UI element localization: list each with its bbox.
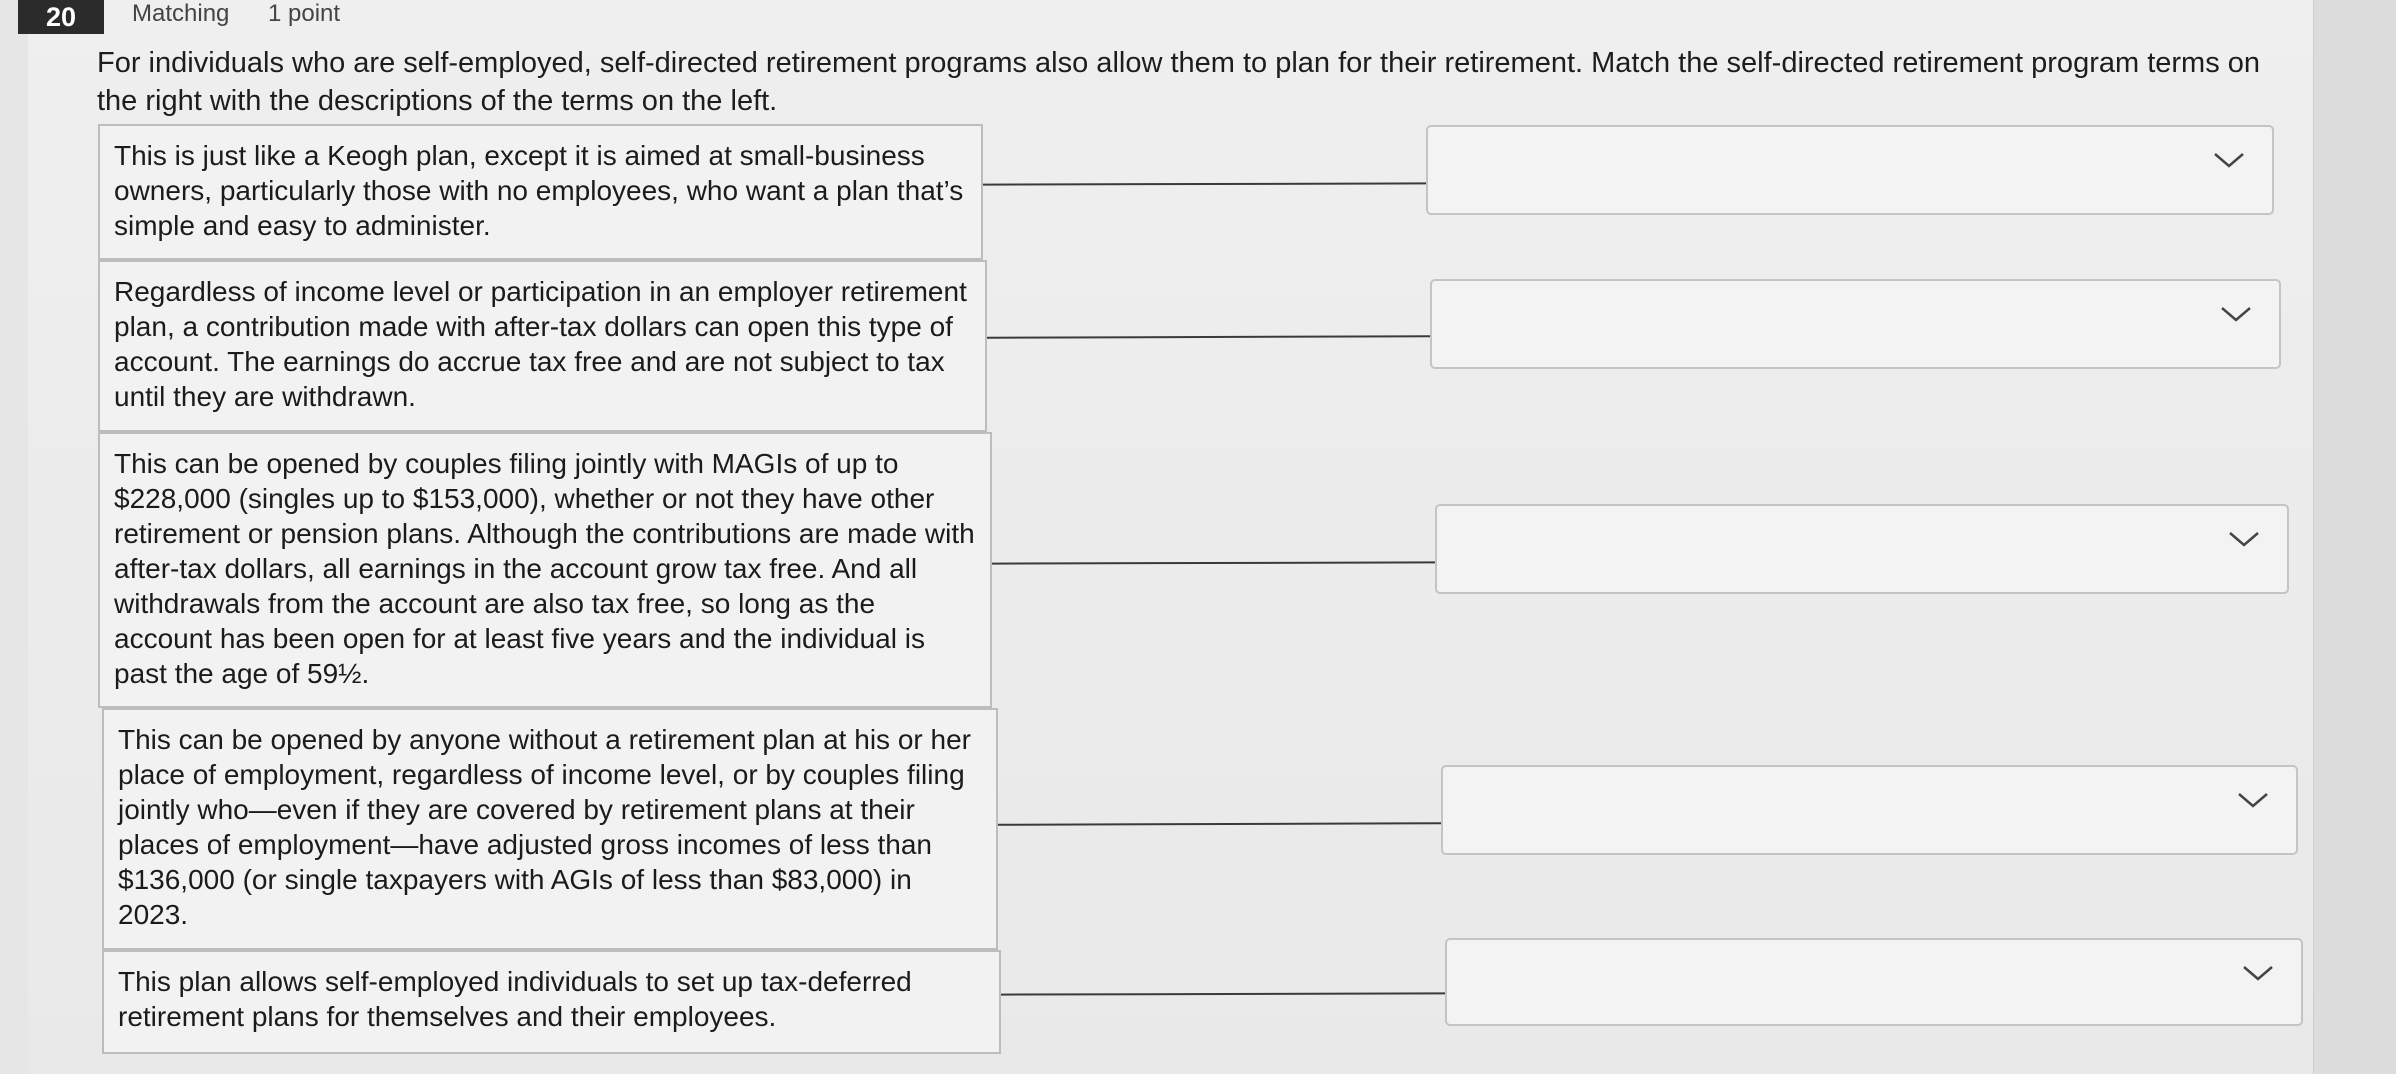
scroll-gutter [2313,0,2396,1074]
term-description-4: This can be opened by anyone without a r… [102,708,998,950]
question-prompt-text: For individuals who are self-employed, s… [97,47,2261,117]
match-dropdown-5[interactable] [1445,938,2303,1026]
chevron-down-icon [2229,532,2259,547]
match-dropdown-3[interactable] [1435,504,2289,594]
match-dropdown-1[interactable] [1426,125,2274,215]
question-number-badge: 20 [18,0,104,34]
chevron-down-icon [2238,793,2268,808]
match-dropdown-4[interactable] [1441,765,2298,855]
term-description-5: This plan allows self-employed individua… [102,950,1001,1054]
chevron-down-icon [2243,966,2273,981]
term-description-1: This is just like a Keogh plan, except i… [98,124,983,260]
term-description-3: This can be opened by couples filing joi… [98,432,992,708]
match-dropdown-2[interactable] [1430,279,2281,369]
chevron-down-icon [2214,153,2244,168]
chevron-down-icon [2221,307,2251,322]
term-description-2: Regardless of income level or participat… [98,260,987,432]
